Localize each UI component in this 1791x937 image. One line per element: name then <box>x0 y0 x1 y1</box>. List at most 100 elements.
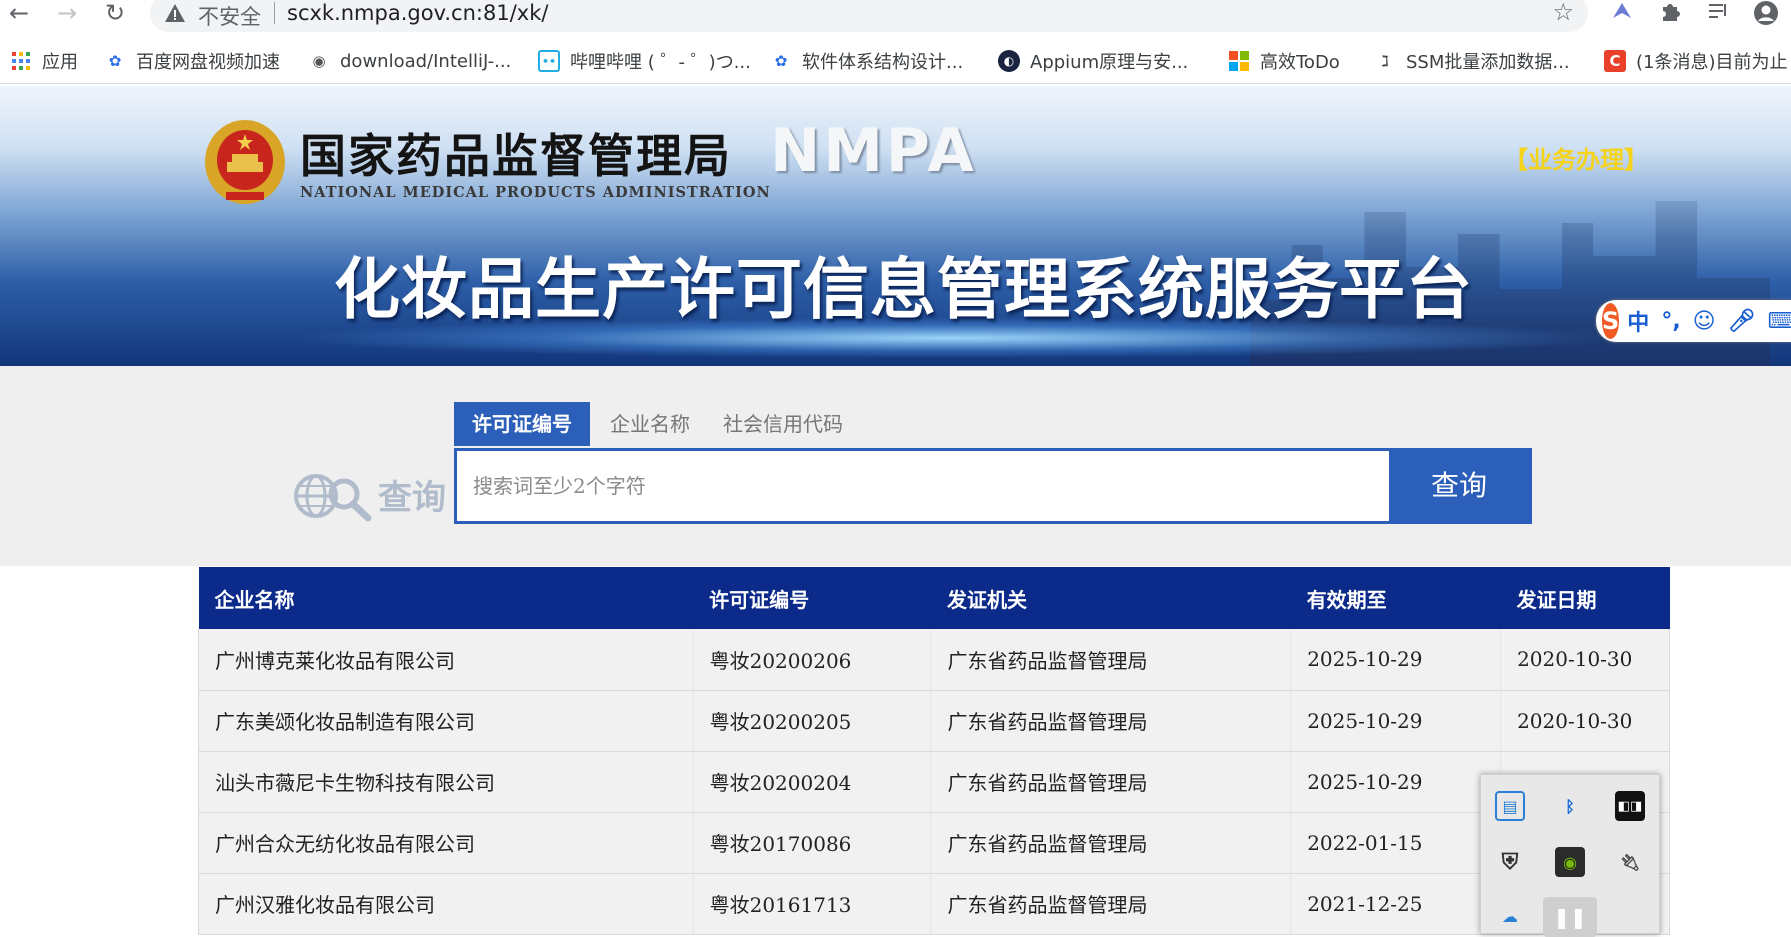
nvidia-icon[interactable]: ◉ <box>1555 847 1585 877</box>
table-row[interactable]: 广州博克莱化妆品有限公司 粤妆20200206 广东省药品监督管理局 2025-… <box>198 629 1670 691</box>
dolby-icon[interactable]: ◧◨ <box>1615 791 1645 821</box>
issue-date-cell: 2020-10-30 <box>1500 690 1670 752</box>
column-header-issue-date[interactable]: 发证日期 <box>1500 567 1670 629</box>
extensions-puzzle-icon[interactable] <box>1654 0 1686 28</box>
issuer-cell: 广东省药品监督管理局 <box>930 690 1291 752</box>
platform-title: 化妆品生产许可信息管理系统服务平台 <box>334 251 1473 328</box>
bookmark-csdn[interactable]: C (1条消息)目前为止 <box>1604 46 1788 76</box>
valid-until-cell: 2025-10-29 <box>1290 690 1501 752</box>
bookmark-appium[interactable]: ◐ Appium原理与安... <box>998 46 1188 76</box>
reading-list-icon[interactable] <box>1702 0 1734 28</box>
tab-label: 许可证编号 <box>472 412 572 436</box>
star-icon[interactable]: ☆ <box>1552 0 1574 26</box>
valid-until-cell: 2022-01-15 <box>1290 812 1501 874</box>
security-label[interactable]: 不安全 <box>198 1 261 31</box>
cloud-icon[interactable]: ☁ <box>1495 901 1525 931</box>
search-section: 查询 许可证编号 企业名称 社会信用代码 查询 <box>0 366 1791 566</box>
csdn-icon: C <box>1604 50 1626 72</box>
bookmarks-bar: 应用 ✿ 百度网盘视频加速 ◉ download/IntelliJ-... ••… <box>0 40 1791 84</box>
table-row[interactable]: 广东美颂化妆品制造有限公司 粤妆20200205 广东省药品监督管理局 2025… <box>198 690 1670 752</box>
microsoft-icon <box>1228 50 1250 72</box>
ime-mode-label[interactable]: 中 <box>1627 305 1649 337</box>
globe-icon: ◉ <box>312 52 326 70</box>
column-header-valid-until[interactable]: 有效期至 <box>1290 567 1501 629</box>
tab-label: 企业名称 <box>610 412 690 436</box>
agency-chinese-name: 国家药品监督管理局 <box>300 129 732 183</box>
security-shield-icon[interactable]: ⛨ <box>1495 847 1525 877</box>
company-name-cell[interactable]: 广州汉雅化妆品有限公司 <box>198 873 694 935</box>
license-number-cell: 粤妆20200206 <box>692 629 931 691</box>
network-monitor-icon[interactable]: ▤ <box>1495 791 1525 821</box>
tab-credit-code[interactable]: 社会信用代码 <box>710 402 856 446</box>
company-name-cell[interactable]: 汕头市薇尼卡生物科技有限公司 <box>198 751 694 813</box>
national-emblem-icon <box>205 120 285 204</box>
address-bar[interactable]: 不安全 scxk.nmpa.gov.cn:81/xk/ ☆ <box>150 0 1588 32</box>
bookmark-label: 哔哩哔哩 ( ゜- ゜)つ... <box>570 52 751 73</box>
valid-until-cell: 2021-12-25 <box>1290 873 1501 935</box>
issuer-cell: 广东省药品监督管理局 <box>930 751 1291 813</box>
table-row[interactable]: 汕头市薇尼卡生物科技有限公司 粤妆20200204 广东省药品监督管理局 202… <box>198 751 1670 813</box>
table-header-row: 企业名称 许可证编号 发证机关 有效期至 发证日期 <box>198 567 1670 629</box>
extension-bird-icon[interactable] <box>1606 0 1638 28</box>
site-banner: 国家药品监督管理局 NATIONAL MEDICAL PRODUCTS ADMI… <box>0 86 1791 366</box>
company-name-cell[interactable]: 广东美颂化妆品制造有限公司 <box>198 690 694 752</box>
tab-label: 社会信用代码 <box>723 412 843 436</box>
apps-grid-icon <box>10 50 32 72</box>
column-header-issuer[interactable]: 发证机关 <box>930 567 1291 629</box>
license-number-cell: 粤妆20161713 <box>692 873 931 935</box>
baidu-paw-icon: ✿ <box>774 52 788 70</box>
power-plug-icon[interactable]: 🔌︎ <box>1615 847 1645 877</box>
profile-avatar-icon[interactable] <box>1750 0 1782 28</box>
bookmark-label: download/IntelliJ-... <box>340 50 512 72</box>
bookmark-label: Appium原理与安... <box>1030 52 1189 73</box>
bookmark-label: 应用 <box>42 52 78 73</box>
search-box: 查询 <box>454 448 1532 524</box>
results-table: 企业名称 许可证编号 发证机关 有效期至 发证日期 广州博克莱化妆品有限公司 粤… <box>198 567 1670 935</box>
back-arrow-icon[interactable]: ← <box>4 0 34 28</box>
license-number-cell: 粤妆20200204 <box>692 751 931 813</box>
reload-icon[interactable]: ↻ <box>100 0 130 28</box>
column-header-license[interactable]: 许可证编号 <box>693 567 931 629</box>
punctuation-icon[interactable]: °, <box>1661 309 1680 334</box>
valid-until-cell: 2025-10-29 <box>1290 751 1501 813</box>
appium-icon: ◐ <box>998 50 1020 72</box>
search-button[interactable]: 查询 <box>1389 451 1529 521</box>
pause-icon[interactable]: ❚❚ <box>1543 897 1597 937</box>
bookmark-baidu-video[interactable]: ✿ 百度网盘视频加速 <box>104 46 280 76</box>
bookmark-bilibili[interactable]: •• 哔哩哔哩 ( ゜- ゜)つ... <box>538 46 751 76</box>
license-number-cell: 粤妆20200205 <box>692 690 931 752</box>
nmpa-logo-text: NMPA <box>770 116 977 186</box>
bookmark-label: (1条消息)目前为止 <box>1636 52 1788 73</box>
bookmark-software-arch[interactable]: ✿ 软件体系结构设计... <box>770 46 963 76</box>
table-row[interactable]: 广州汉雅化妆品有限公司 粤妆20161713 广东省药品监督管理局 2021-1… <box>198 873 1670 935</box>
license-number-cell: 粤妆20170086 <box>692 812 931 874</box>
url-text[interactable]: scxk.nmpa.gov.cn:81/xk/ <box>287 1 548 25</box>
bookmark-todo[interactable]: 高效ToDo <box>1228 46 1340 76</box>
table-row[interactable]: 广州合众无纺化妆品有限公司 粤妆20170086 广东省药品监督管理局 2022… <box>198 812 1670 874</box>
ime-toolbar[interactable]: S 中 °, ☺ 🎤︎ ⌨ <box>1596 300 1791 342</box>
search-logo-label: 查询 <box>378 478 446 518</box>
forward-arrow-icon[interactable]: → <box>52 0 82 28</box>
company-name-cell[interactable]: 广州合众无纺化妆品有限公司 <box>198 812 694 874</box>
tab-company-name[interactable]: 企业名称 <box>598 402 702 446</box>
company-name-cell[interactable]: 广州博克莱化妆品有限公司 <box>198 629 694 691</box>
column-header-company[interactable]: 企业名称 <box>198 567 694 629</box>
bookmark-ssm[interactable]: ℷ SSM批量添加数据... <box>1374 46 1570 76</box>
baidu-paw-icon: ✿ <box>108 52 122 70</box>
emoji-icon[interactable]: ☺ <box>1693 309 1716 334</box>
issue-date-cell: 2020-10-30 <box>1500 629 1670 691</box>
warning-icon[interactable] <box>164 2 186 24</box>
bookmark-label: SSM批量添加数据... <box>1406 52 1570 73</box>
search-input[interactable] <box>457 451 1389 521</box>
bookmark-label: 百度网盘视频加速 <box>136 52 280 73</box>
bluetooth-icon[interactable]: ᛒ <box>1555 791 1585 821</box>
tab-license-number[interactable]: 许可证编号 <box>454 402 590 446</box>
business-link[interactable]: 【业务办理】 <box>1504 140 1648 175</box>
bookmark-apps[interactable]: 应用 <box>10 46 78 76</box>
keyboard-icon[interactable]: ⌨ <box>1768 309 1791 334</box>
bookmark-page-icon: ℷ <box>1381 52 1389 70</box>
microphone-icon[interactable]: 🎤︎ <box>1728 309 1756 334</box>
bookmark-label: 高效ToDo <box>1260 52 1340 73</box>
bookmark-intellij[interactable]: ◉ download/IntelliJ-... <box>308 46 511 76</box>
sogou-logo-icon[interactable]: S <box>1602 303 1620 339</box>
